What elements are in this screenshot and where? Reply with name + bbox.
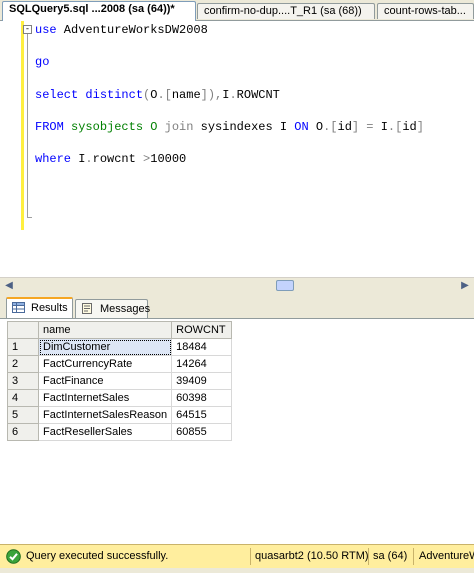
collapse-toggle-icon[interactable]: - xyxy=(23,25,32,34)
keyword: select xyxy=(35,88,79,102)
keyword: go xyxy=(35,55,50,69)
operator: .[ xyxy=(323,120,338,134)
cell-rowcnt[interactable]: 60855 xyxy=(171,423,233,441)
keyword: where xyxy=(35,152,72,166)
operator: = xyxy=(359,120,381,134)
operator: . xyxy=(85,152,93,166)
operator: ] xyxy=(416,120,424,134)
scroll-right-icon[interactable]: ▶ xyxy=(459,280,471,292)
table-row[interactable]: 6 FactResellerSales 60855 xyxy=(7,423,233,441)
row-number[interactable]: 3 xyxy=(7,372,39,390)
cell-name[interactable]: DimCustomer xyxy=(37,338,173,356)
cell-name[interactable]: FactInternetSales xyxy=(37,389,173,407)
row-number[interactable]: 6 xyxy=(7,423,39,441)
cell-name[interactable]: FactResellerSales xyxy=(37,423,173,441)
table-row[interactable]: 1 DimCustomer 18484 xyxy=(7,338,233,356)
cell-rowcnt[interactable]: 60398 xyxy=(171,389,233,407)
row-number[interactable]: 1 xyxy=(7,338,39,356)
scroll-left-icon[interactable]: ◀ xyxy=(3,280,15,292)
tab-confirm-no-dup[interactable]: confirm-no-dup....T_R1 (sa (68)) xyxy=(197,3,375,19)
operator: ]), xyxy=(200,88,223,102)
operator: . xyxy=(229,88,237,102)
cell-name[interactable]: FactFinance xyxy=(37,372,173,390)
code-line-select: select distinct(O.[name]),I.ROWCNT xyxy=(35,88,280,102)
tab-results-label: Results xyxy=(31,302,68,314)
cell-name[interactable]: FactInternetSalesReason xyxy=(37,406,173,424)
keyword: use xyxy=(35,23,57,37)
table-row[interactable]: 4 FactInternetSales 60398 xyxy=(7,389,233,407)
table-row[interactable]: 3 FactFinance 39409 xyxy=(7,372,233,390)
identifier: name xyxy=(171,88,201,102)
code-line-where: where I.rowcnt >10000 xyxy=(35,152,186,166)
tab-sqlquery5[interactable]: SQLQuery5.sql ...2008 (sa (64))* xyxy=(2,1,196,21)
identifier: I xyxy=(380,120,388,134)
status-user: sa (64) xyxy=(373,550,408,562)
keyword: FROM xyxy=(35,120,64,134)
column-header-name[interactable]: name xyxy=(37,321,173,339)
code-line-go: go xyxy=(35,55,49,69)
document-tab-strip: count-rows-tab... confirm-no-dup....T_R1… xyxy=(0,0,474,21)
cell-rowcnt[interactable]: 14264 xyxy=(171,355,233,373)
cell-rowcnt[interactable]: 18484 xyxy=(171,338,233,356)
operator: .[ xyxy=(157,88,172,102)
messages-icon xyxy=(82,303,92,314)
status-database: AdventureWo xyxy=(419,550,474,562)
success-check-icon xyxy=(6,549,21,564)
keyword: distinct xyxy=(85,88,144,102)
table-row[interactable]: 5 FactInternetSalesReason 64515 xyxy=(7,406,233,424)
status-separator xyxy=(413,548,414,565)
row-number[interactable]: 5 xyxy=(7,406,39,424)
status-separator xyxy=(250,548,251,565)
results-grid-pane: name ROWCNT 1 DimCustomer 18484 2 FactCu… xyxy=(0,319,474,544)
tab-messages-label: Messages xyxy=(100,303,151,315)
identifier: ROWCNT xyxy=(236,88,280,102)
identifier: O xyxy=(308,120,324,134)
identifier: id xyxy=(337,120,352,134)
operator: .[ xyxy=(387,120,403,134)
cell-rowcnt[interactable]: 39409 xyxy=(171,372,233,390)
results-grid: name ROWCNT 1 DimCustomer 18484 2 FactCu… xyxy=(7,321,233,441)
identifier: sysindexes I xyxy=(193,120,295,134)
keyword: join xyxy=(164,120,194,134)
tab-count-rows[interactable]: count-rows-tab... xyxy=(377,3,474,19)
query-editor[interactable]: - use AdventureWorksDW2008 go select dis… xyxy=(0,21,474,277)
results-tab-strip: Results Messages xyxy=(0,295,474,319)
identifier: rowcnt xyxy=(92,152,144,166)
code-line-use: use AdventureWorksDW2008 xyxy=(35,23,208,37)
status-server: quasarbt2 (10.50 RTM) xyxy=(255,550,369,562)
cell-name[interactable]: FactCurrencyRate xyxy=(37,355,173,373)
tab-results[interactable]: Results xyxy=(6,297,73,318)
row-number[interactable]: 2 xyxy=(7,355,39,373)
row-number[interactable]: 4 xyxy=(7,389,39,407)
tab-messages[interactable]: Messages xyxy=(75,299,151,318)
window-bottom-edge xyxy=(0,568,474,573)
identifier: id xyxy=(402,120,417,134)
status-separator xyxy=(368,548,369,565)
scrollbar-thumb[interactable] xyxy=(276,280,294,291)
keyword: ON xyxy=(294,120,309,134)
number: 10000 xyxy=(150,152,187,166)
outline-guide xyxy=(27,27,28,217)
cell-rowcnt[interactable]: 64515 xyxy=(171,406,233,424)
table-row[interactable]: 2 FactCurrencyRate 14264 xyxy=(7,355,233,373)
changed-lines-margin xyxy=(21,21,24,230)
row-number-header[interactable] xyxy=(7,321,39,339)
editor-horizontal-scrollbar[interactable]: ◀ ▶ xyxy=(0,277,474,296)
column-header-rowcnt[interactable]: ROWCNT xyxy=(171,321,233,339)
outline-end-tick xyxy=(27,217,32,218)
status-message: Query executed successfully. xyxy=(26,550,169,562)
code-line-from: FROM sysobjects O join sysindexes I ON O… xyxy=(35,120,424,134)
grid-header-row: name ROWCNT xyxy=(7,321,233,339)
status-bar: Query executed successfully. quasarbt2 (… xyxy=(0,544,474,569)
identifier: I xyxy=(71,152,86,166)
grid-icon xyxy=(12,302,25,313)
identifier: AdventureWorksDW2008 xyxy=(56,23,208,37)
identifier: sysobjects O xyxy=(63,120,165,134)
